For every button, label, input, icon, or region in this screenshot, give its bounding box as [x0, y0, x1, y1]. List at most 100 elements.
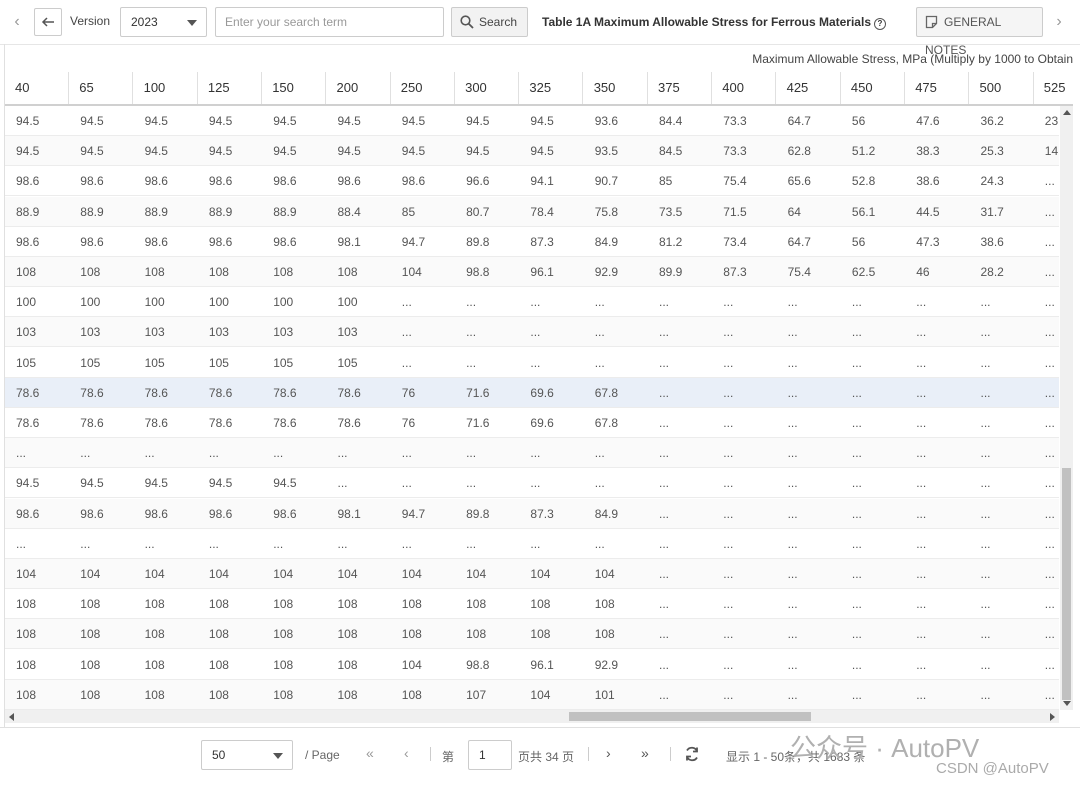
version-label: Version: [70, 14, 111, 28]
column-header[interactable]: 125: [198, 72, 262, 104]
table-cell: ...: [401, 355, 412, 370]
refresh-icon[interactable]: [684, 746, 700, 765]
table-cell: ...: [916, 476, 927, 491]
table-row[interactable]: 105 105 105 105 105 105......................…: [5, 348, 1059, 378]
version-select[interactable]: 2023: [120, 7, 207, 37]
column-header[interactable]: 400: [712, 72, 777, 104]
table-cell: ...: [787, 597, 798, 612]
table-cell: ...: [916, 355, 927, 370]
double-chevron-right-icon[interactable]: »: [641, 745, 649, 761]
table-cell: ...: [851, 295, 862, 310]
column-header[interactable]: 150: [262, 72, 327, 104]
table-cell: ...: [980, 627, 991, 642]
table-row[interactable]: 103 103 103 103 103 103......................…: [5, 317, 1059, 348]
search-button[interactable]: Search: [451, 7, 528, 37]
table-row[interactable]: 108 108 108 108 108 108 108 108 108 108..........…: [5, 619, 1059, 650]
scroll-left-icon[interactable]: [9, 713, 14, 721]
table-row[interactable]: 108 108 108 108 108 108 108 108 108 108..........…: [5, 589, 1059, 620]
table-row[interactable]: 108 108 108 108 108 108 104 98.8 96.1 92.9.......…: [5, 650, 1059, 680]
table-row[interactable]: 100 100 100 100 100 100......................…: [5, 287, 1059, 318]
table-cell: 94.5: [401, 144, 426, 159]
column-header[interactable]: 300: [455, 72, 520, 104]
table-cell: ...: [659, 295, 670, 310]
table-cell: ...: [466, 355, 477, 370]
scroll-down-icon[interactable]: [1063, 701, 1071, 706]
column-header[interactable]: 65: [69, 72, 134, 104]
table-row[interactable]: 108 108 108 108 108 108 104 98.8 96.1 92.9 89.9 87.…: [5, 257, 1059, 287]
vertical-scroll-thumb[interactable]: [1062, 468, 1071, 700]
back-button[interactable]: [34, 8, 62, 36]
page-prefix: 第: [442, 750, 455, 764]
table-row[interactable]: ........................................…: [5, 529, 1059, 559]
table-cell: 73.4: [723, 234, 747, 249]
watermark-csdn: CSDN @AutoPV: [936, 760, 1049, 777]
general-notes-button[interactable]: GENERAL NOTES: [916, 7, 1043, 57]
chevron-left-icon[interactable]: ‹: [8, 10, 26, 34]
table-cell: ...: [530, 295, 541, 310]
table-cell: 24.3: [980, 174, 1004, 189]
column-header[interactable]: 200: [327, 72, 391, 104]
column-header[interactable]: 250: [391, 72, 455, 104]
chevron-right-icon[interactable]: ›: [1050, 10, 1068, 34]
column-header[interactable]: 525: [1034, 72, 1080, 104]
scroll-up-icon[interactable]: [1063, 110, 1071, 115]
scroll-right-icon[interactable]: [1050, 713, 1055, 721]
table-row[interactable]: 78.6 78.6 78.6 78.6 78.6 78.6 76 71.6 69.6 67.8..…: [5, 408, 1059, 438]
table-cell: 94.5: [208, 476, 233, 491]
grid-body[interactable]: 94.5 94.5 94.5 94.5 94.5 94.5 94.5 94.5 94.5 93.6…: [5, 106, 1059, 710]
column-header[interactable]: 450: [841, 72, 905, 104]
column-header[interactable]: 40: [5, 72, 69, 104]
search-input[interactable]: [215, 7, 444, 37]
horizontal-scroll-thumb[interactable]: [569, 712, 811, 721]
table-cell: ...: [916, 446, 927, 461]
chevron-right-icon[interactable]: ›: [606, 745, 611, 761]
divider: [588, 747, 589, 761]
help-icon[interactable]: ?: [874, 18, 886, 30]
table-cell: 96.6: [466, 174, 490, 189]
vertical-scrollbar[interactable]: [1060, 106, 1073, 710]
table-cell: ...: [401, 536, 412, 551]
column-header[interactable]: 325: [519, 72, 584, 104]
table-cell: 64.7: [787, 114, 811, 128]
table-row[interactable]: 98.6 98.6 98.6 98.6 98.6 98.1 94.7 89.8 87.3 84.9…: [5, 498, 1059, 529]
column-header[interactable]: 350: [584, 72, 648, 104]
table-row[interactable]: 94.5 94.5 94.5 94.5 94.5 94.5 94.5 94.5 94.5 93.5…: [5, 136, 1059, 167]
table-cell: 23: [1044, 114, 1059, 128]
table-cell: 103: [337, 325, 358, 340]
double-chevron-left-icon[interactable]: «: [366, 745, 374, 761]
table-cell: 98.6: [80, 506, 104, 521]
table-cell: 108: [594, 627, 615, 642]
table-row[interactable]: 78.6 78.6 78.6 78.6 78.6 78.6 76 71.6 69.6 67.8..…: [5, 377, 1059, 408]
table-cell: 108: [16, 627, 37, 642]
table-cell: 69.6: [530, 416, 554, 430]
horizontal-scrollbar[interactable]: [5, 710, 1059, 723]
table-cell: ...: [401, 446, 412, 461]
table-cell: 84.5: [659, 144, 683, 159]
table-row[interactable]: 104 104 104 104 104 104 104 104 104 104..........…: [5, 559, 1059, 589]
column-header[interactable]: 500: [970, 72, 1034, 104]
column-header[interactable]: 475: [905, 72, 970, 104]
table-row[interactable]: 94.5 94.5 94.5 94.5 94.5 94.5 94.5 94.5 94.5 93.6…: [5, 106, 1059, 136]
table-row[interactable]: 108 108 108 108 108 108 108 107 104 101..........…: [5, 679, 1059, 710]
column-header[interactable]: 375: [648, 72, 712, 104]
table-row[interactable]: 88.9 88.9 88.9 88.9 88.9 88.4 85 80.7 78.4 75.8 73…: [5, 196, 1059, 227]
table-row[interactable]: 98.6 98.6 98.6 98.6 98.6 98.6 98.6 96.6 94.1 90.7…: [5, 166, 1059, 197]
page-number-input[interactable]: [468, 740, 512, 770]
table-cell: ...: [851, 385, 862, 400]
column-header[interactable]: 100: [134, 72, 198, 104]
page-size-select[interactable]: 50: [201, 740, 293, 770]
table-cell: 71.6: [466, 416, 490, 430]
table-cell: 108: [16, 597, 37, 612]
table-cell: ...: [80, 536, 91, 551]
table-row[interactable]: 98.6 98.6 98.6 98.6 98.6 98.1 94.7 89.8 87.3 84.9…: [5, 227, 1059, 257]
table-cell: ...: [1044, 627, 1055, 642]
table-cell: 98.6: [16, 234, 40, 249]
column-header[interactable]: 425: [777, 72, 841, 104]
table-row[interactable]: 94.5 94.5 94.5 94.5 94.5....................…: [5, 468, 1059, 499]
chevron-left-icon[interactable]: ‹: [404, 745, 409, 761]
table-cell: ...: [466, 325, 477, 340]
search-button-label: Search: [479, 15, 518, 29]
table-cell: 98.6: [80, 174, 104, 189]
table-cell: ...: [980, 536, 991, 551]
table-row[interactable]: ........................................…: [5, 438, 1059, 469]
